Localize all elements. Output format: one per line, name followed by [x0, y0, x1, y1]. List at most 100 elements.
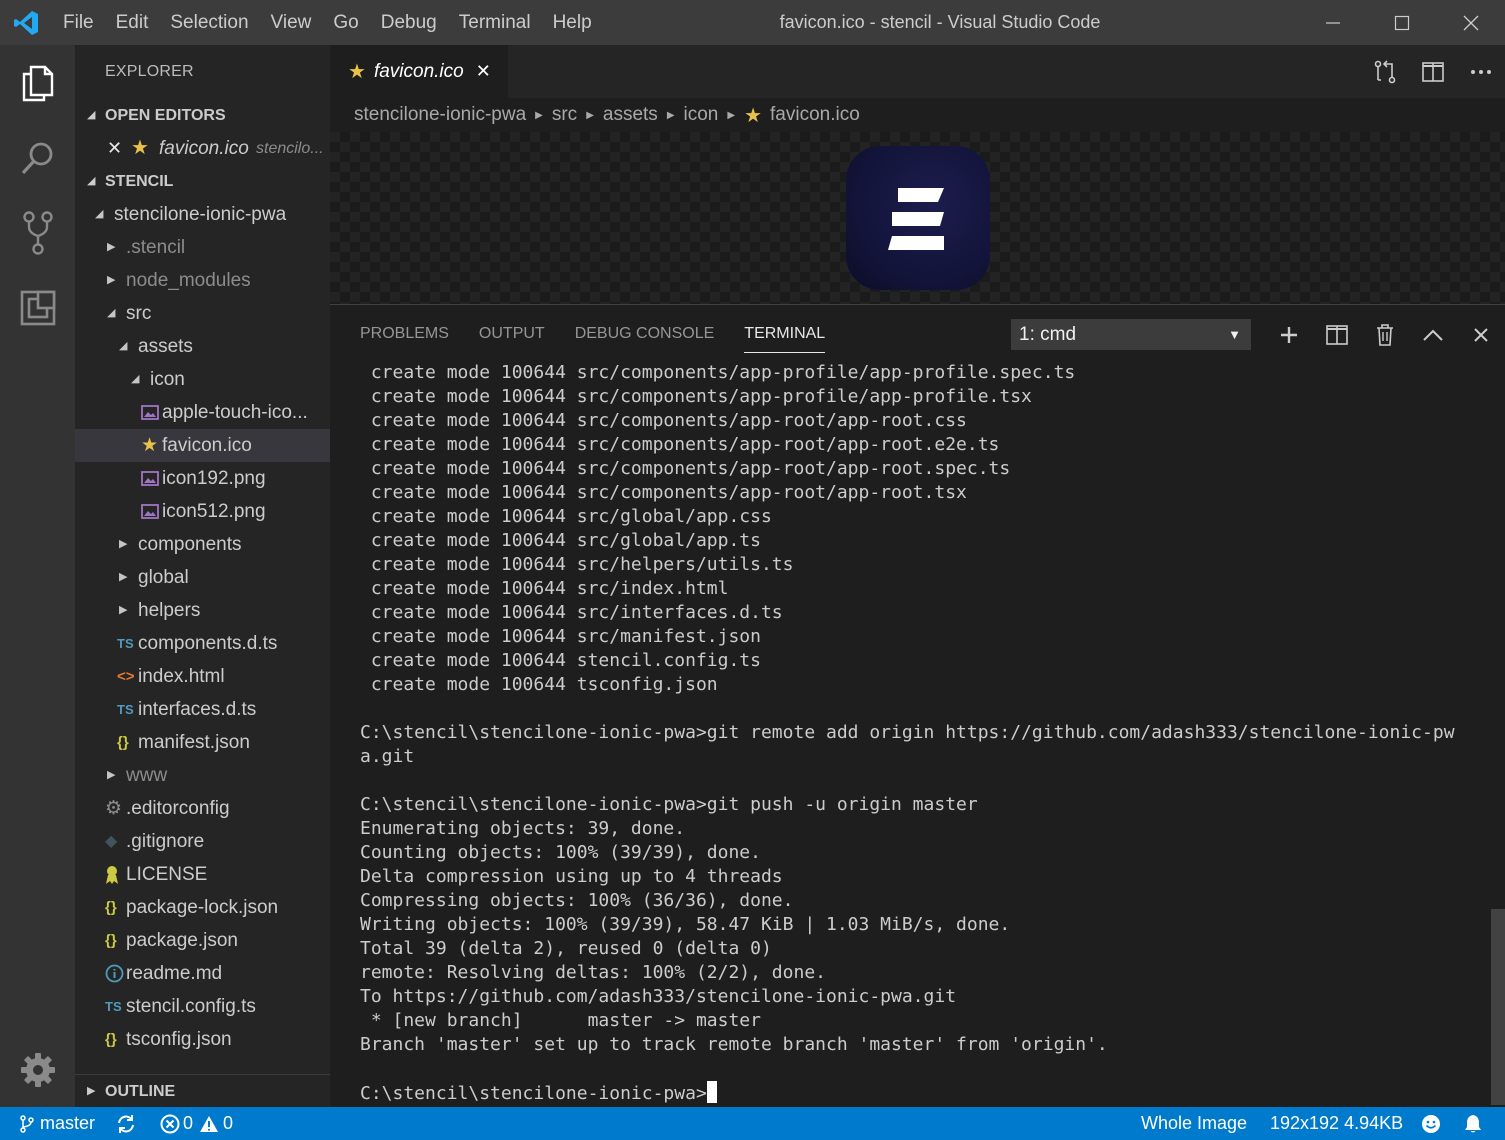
git-branch-icon [20, 1114, 34, 1133]
problems-indicator[interactable]: 0 0 [160, 1107, 233, 1140]
breadcrumb-item[interactable]: assets [603, 104, 658, 126]
explorer-button[interactable] [0, 45, 75, 120]
tree-item[interactable]: ★ favicon.ico [75, 429, 330, 462]
tree-item[interactable]: TS components.d.ts [75, 627, 330, 660]
chevron-right-icon: ▶ [107, 241, 116, 253]
outline-section-header[interactable]: ▶ OUTLINE [75, 1074, 330, 1107]
tree-item[interactable]: ◢ icon [75, 363, 330, 396]
kill-terminal-button[interactable] [1361, 315, 1409, 355]
title-bar: File Edit Selection View Go Debug Termin… [0, 0, 1505, 45]
tree-item[interactable]: icon192.png [75, 462, 330, 495]
explorer-title: EXPLORER [105, 63, 194, 80]
tree-item[interactable]: {} manifest.json [75, 726, 330, 759]
tree-item[interactable]: ◢ stencilone-ionic-pwa [75, 198, 330, 231]
tree-item[interactable]: ◢ src [75, 297, 330, 330]
tab-problems[interactable]: PROBLEMS [360, 323, 449, 353]
tree-item[interactable]: ▶ components [75, 528, 330, 561]
extensions-icon [20, 290, 55, 325]
tree-item-label: helpers [138, 600, 201, 621]
tree-item[interactable]: TS stencil.config.ts [75, 990, 330, 1023]
tree-item[interactable]: apple-touch-ico... [75, 396, 330, 429]
tree-item[interactable]: ▶ www [75, 759, 330, 792]
tree-item[interactable]: ▶ .stencil [75, 231, 330, 264]
manage-button[interactable] [0, 1032, 75, 1107]
tree-item[interactable]: {} package-lock.json [75, 891, 330, 924]
tree-item[interactable]: ◢ assets [75, 330, 330, 363]
menu-go[interactable]: Go [322, 0, 369, 45]
tree-item-label: interfaces.d.ts [138, 699, 257, 720]
tab-debug-console[interactable]: DEBUG CONSOLE [575, 323, 715, 353]
menu-help[interactable]: Help [542, 0, 603, 45]
terminal-line: C:\stencil\stencilone-ionic-pwa>git remo… [360, 722, 1455, 743]
tree-item-label: icon192.png [162, 468, 266, 489]
breadcrumb-item[interactable]: stencilone-ionic-pwa [354, 104, 526, 126]
tree-item-label: assets [138, 336, 193, 357]
notifications-button[interactable] [1464, 1107, 1482, 1140]
terminal-line: create mode 100644 src/index.html [360, 578, 729, 599]
close-tab-icon[interactable]: ✕ [476, 61, 491, 82]
split-terminal-icon [1326, 325, 1348, 345]
tab-terminal[interactable]: TERMINAL [744, 323, 826, 353]
close-window-button[interactable] [1436, 0, 1505, 45]
terminal-select[interactable]: 1: cmd ▼ [1011, 319, 1251, 350]
terminal-output[interactable]: create mode 100644 src/components/app-pr… [360, 361, 1480, 1105]
image-size-mode[interactable]: Whole Image [1141, 1107, 1247, 1140]
tree-item[interactable]: ⚙ .editorconfig [75, 792, 330, 825]
terminal-scrollbar[interactable] [1491, 909, 1505, 1105]
tree-item[interactable]: ▶ helpers [75, 594, 330, 627]
menu-terminal[interactable]: Terminal [448, 0, 542, 45]
maximize-button[interactable] [1367, 0, 1436, 45]
stencil-logo-image [846, 146, 990, 290]
new-terminal-button[interactable] [1265, 315, 1313, 355]
terminal-prompt: C:\stencil\stencilone-ionic-pwa> [360, 1083, 707, 1104]
menu-view[interactable]: View [260, 0, 323, 45]
workspace-section-header[interactable]: ◢ STENCIL [75, 165, 330, 198]
tree-item[interactable]: icon512.png [75, 495, 330, 528]
menu-selection[interactable]: Selection [159, 0, 259, 45]
tree-item-label: src [126, 303, 152, 324]
tree-item[interactable]: {} package.json [75, 924, 330, 957]
tab-output[interactable]: OUTPUT [479, 323, 545, 353]
tree-item[interactable]: LICENSE [75, 858, 330, 891]
terminal-line: Branch 'master' set up to track remote b… [360, 1034, 1108, 1055]
tree-item[interactable]: TS interfaces.d.ts [75, 693, 330, 726]
close-editor-icon[interactable]: ✕ [107, 132, 122, 165]
sync-button[interactable] [116, 1107, 136, 1140]
tree-item[interactable]: {} tsconfig.json [75, 1023, 330, 1056]
tree-item[interactable]: readme.md [75, 957, 330, 990]
close-panel-button[interactable] [1457, 315, 1505, 355]
menu-debug[interactable]: Debug [370, 0, 448, 45]
image-preview [330, 132, 1505, 304]
workspace-label: STENCIL [105, 173, 174, 190]
image-file-icon [141, 495, 159, 528]
image-file-icon [141, 396, 159, 429]
minimize-button[interactable] [1298, 0, 1367, 45]
chevron-right-icon: ▶ [119, 604, 128, 616]
tree-item-label: stencil.config.ts [126, 996, 256, 1017]
split-terminal-button[interactable] [1313, 315, 1361, 355]
search-view-button[interactable] [0, 120, 75, 195]
html-file-icon: <> [117, 668, 135, 685]
tree-item[interactable]: ▶ global [75, 561, 330, 594]
maximize-panel-button[interactable] [1409, 315, 1457, 355]
open-changes-button[interactable] [1361, 45, 1409, 98]
tree-item[interactable]: <> index.html [75, 660, 330, 693]
window-controls [1298, 0, 1505, 45]
source-control-button[interactable] [0, 195, 75, 270]
breadcrumb-item[interactable]: icon [684, 104, 719, 126]
split-editor-button[interactable] [1409, 45, 1457, 98]
tree-item[interactable]: ▶ node_modules [75, 264, 330, 297]
tree-item[interactable]: ◆ .gitignore [75, 825, 330, 858]
menu-edit[interactable]: Edit [105, 0, 160, 45]
open-editor-item[interactable]: ✕ ★ favicon.ico stencilo... [75, 132, 330, 165]
breadcrumb-item[interactable]: src [552, 104, 577, 126]
branch-indicator[interactable]: master [20, 1107, 95, 1140]
tab-favicon[interactable]: ★ favicon.ico ✕ [330, 45, 508, 98]
extensions-button[interactable] [0, 270, 75, 345]
menu-file[interactable]: File [52, 0, 105, 45]
feedback-button[interactable] [1421, 1107, 1441, 1140]
more-actions-button[interactable] [1457, 45, 1505, 98]
open-editors-section-header[interactable]: ◢ OPEN EDITORS [75, 99, 330, 132]
breadcrumb-item[interactable]: favicon.ico [770, 104, 860, 126]
